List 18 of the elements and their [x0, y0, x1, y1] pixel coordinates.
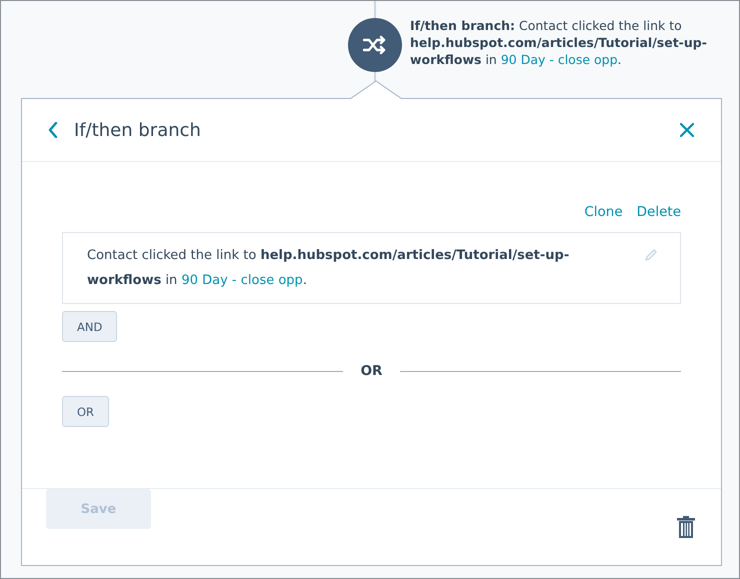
- or-button[interactable]: OR: [62, 396, 110, 427]
- link[interactable]: 90 Day - close opp: [181, 273, 303, 288]
- action-link[interactable]: Clone: [584, 204, 623, 220]
- close-icon: [680, 123, 694, 137]
- action-link[interactable]: Delete: [636, 204, 681, 220]
- shuffle-icon: [363, 35, 387, 55]
- condition-text: Contact clicked the link to help.hubspot.com/articles/Tutorial/set-up-workflows in 90 Day - close opp.: [87, 247, 570, 290]
- condition-card[interactable]: Contact clicked the link to help.hubspot.com/articles/Tutorial/set-up-workflows in 90 Day - close opp.: [62, 232, 681, 304]
- branch-node[interactable]: [348, 18, 402, 72]
- connector-line: [374, 1, 376, 18]
- panel-title: If/then branch: [74, 120, 201, 140]
- and-button[interactable]: AND: [62, 311, 118, 342]
- trash-icon: [677, 516, 695, 538]
- divider-label: OR: [360, 363, 382, 379]
- link[interactable]: 90 Day - close opp: [500, 52, 618, 67]
- node-summary: If/then branch: Contact clicked the link to help.hubspot.com/articles/Tutorial/set-up-workflows in 90 Day - close opp.: [410, 17, 708, 69]
- back-icon: [48, 122, 58, 138]
- pencil-icon: [644, 248, 658, 262]
